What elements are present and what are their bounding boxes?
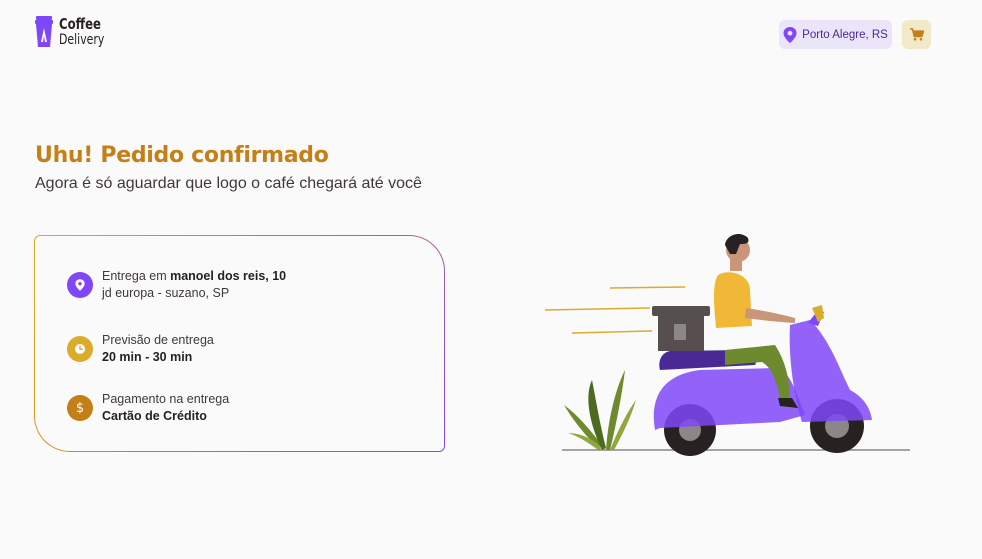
shopping-cart-icon — [909, 28, 924, 41]
page-subtitle: Agora é só aguardar que logo o café cheg… — [35, 175, 422, 192]
logo-line2: Delivery — [59, 32, 105, 48]
payment-row: $ Pagamento na entrega Cartão de Crédito — [67, 391, 229, 425]
delivery-city: jd europa - suzano, SP — [102, 286, 230, 300]
delivery-estimate-value: 20 min - 30 min — [102, 350, 193, 364]
timer-icon — [67, 336, 93, 362]
page-title: Uhu! Pedido confirmado — [35, 143, 329, 168]
map-pin-icon — [783, 26, 797, 43]
logo[interactable]: Coffee Delivery — [35, 16, 117, 48]
order-info-card: Entrega em manoel dos reis, 10 jd europa… — [34, 235, 445, 452]
speed-line — [571, 330, 653, 334]
speed-line — [544, 307, 651, 311]
delivery-address-text: Entrega em manoel dos reis, 10 jd europa… — [102, 268, 286, 302]
delivery-estimate-row: Previsão de entrega 20 min - 30 min — [67, 332, 214, 366]
speed-line — [609, 286, 686, 289]
logo-line1: Coffee — [59, 15, 101, 33]
delivery-estimate-label: Previsão de entrega — [102, 333, 214, 347]
logo-text: Coffee Delivery — [59, 16, 104, 48]
plant — [564, 370, 636, 450]
payment-method: Cartão de Crédito — [102, 409, 207, 423]
delivery-address-prefix: Entrega em — [102, 269, 171, 283]
payment-label: Pagamento na entrega — [102, 392, 230, 406]
payment-text: Pagamento na entrega Cartão de Crédito — [102, 391, 229, 425]
dollar-icon: $ — [67, 395, 93, 421]
header: Coffee Delivery Porto Alegre, RS — [0, 0, 982, 70]
coffee-cup-logo-icon — [35, 16, 53, 47]
delivery-estimate-text: Previsão de entrega 20 min - 30 min — [102, 332, 214, 366]
delivery-illustration — [544, 234, 910, 456]
delivery-address-row: Entrega em manoel dos reis, 10 jd europa… — [67, 268, 286, 302]
location-badge[interactable]: Porto Alegre, RS — [779, 20, 892, 49]
cart-button[interactable] — [902, 20, 931, 49]
order-info-card-body: Entrega em manoel dos reis, 10 jd europa… — [35, 236, 444, 451]
delivery-street: manoel dos reis, 10 — [170, 269, 287, 283]
location-text: Porto Alegre, RS — [802, 28, 888, 41]
delivery-box — [652, 306, 710, 351]
map-pin-icon — [67, 272, 93, 298]
